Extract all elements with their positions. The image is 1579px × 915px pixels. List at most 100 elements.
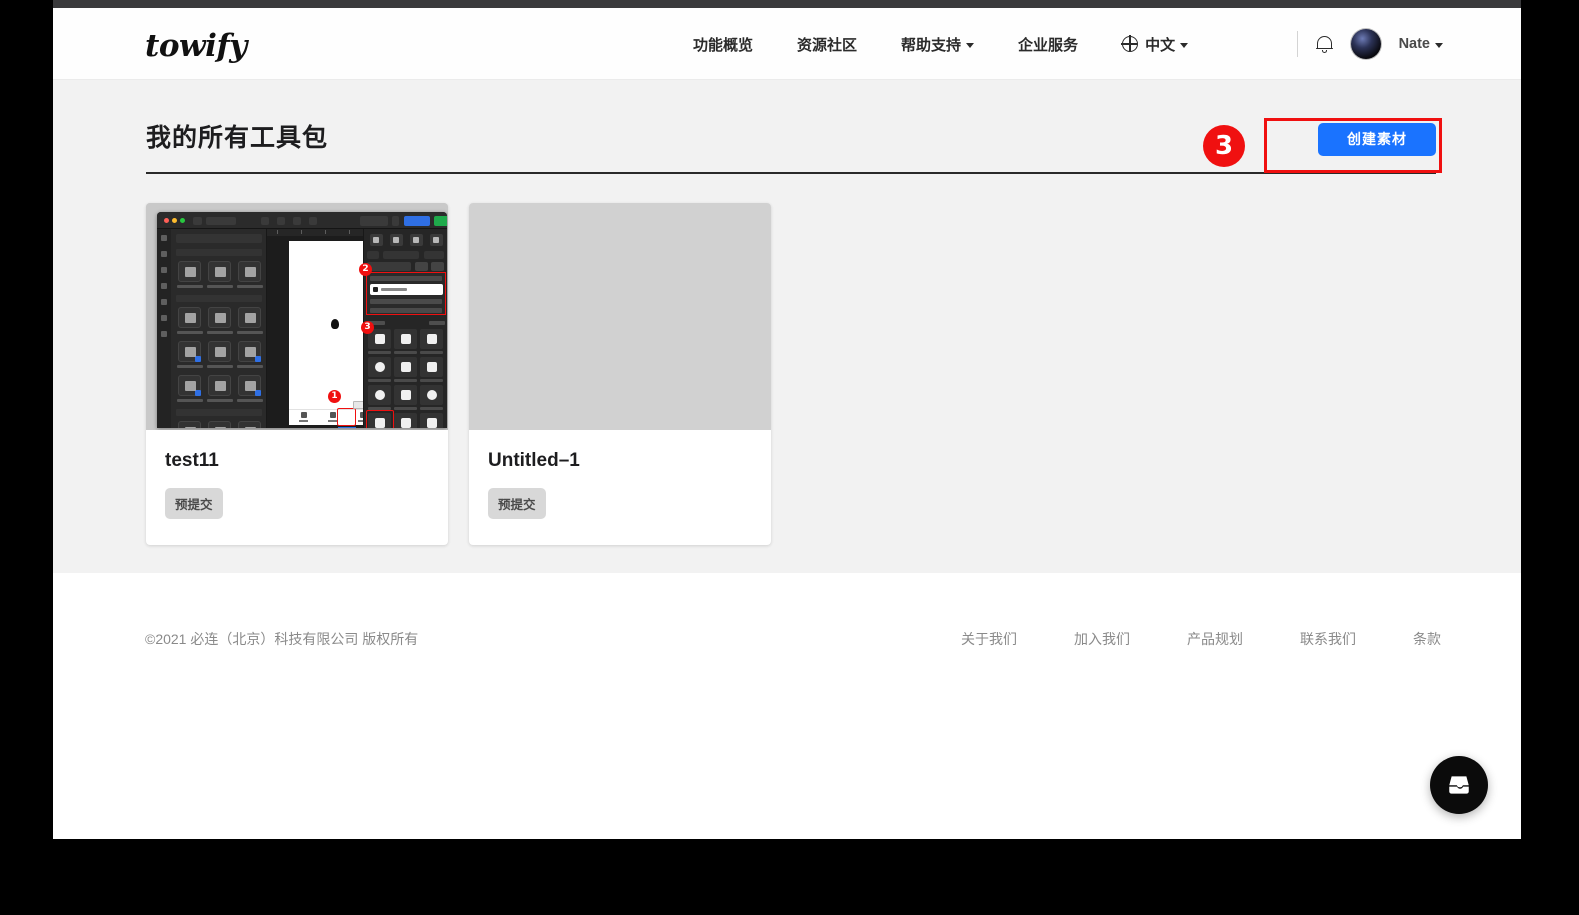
chevron-down-icon <box>1180 42 1189 48</box>
language-selector[interactable]: 中文 <box>1121 34 1189 55</box>
footer-link-terms[interactable]: 条款 <box>1413 629 1441 649</box>
icon-cell <box>420 413 443 428</box>
panel-chip <box>431 262 444 271</box>
create-material-button[interactable]: 创建素材 <box>1318 122 1436 156</box>
nav-item-enterprise[interactable]: 企业服务 <box>1018 34 1078 55</box>
icon-caption <box>368 379 391 382</box>
tile-caption <box>237 331 263 334</box>
annotation-highlight-dropdown <box>366 272 446 315</box>
panel-search-field <box>176 234 262 243</box>
component-tile <box>208 341 231 362</box>
tile-caption <box>237 365 263 368</box>
status-badge: 预提交 <box>488 488 546 519</box>
component-tile <box>178 421 201 428</box>
editor-left-rail <box>157 229 171 428</box>
editor-screenshot: 1 2 3 <box>146 203 448 430</box>
rail-icon <box>161 299 167 305</box>
main-content: 我的所有工具包 创建素材 3 1 2 3 test11 预提交 Untitled… <box>53 80 1521 573</box>
bell-clapper <box>1321 49 1327 53</box>
titlebar-chip <box>392 216 399 226</box>
bell-icon[interactable] <box>1315 35 1333 54</box>
browser-window: towify 功能概览 资源社区 帮助支持 企业服务 中文 Nate 我的所有工… <box>53 0 1521 839</box>
bell-body <box>1316 35 1332 49</box>
footer-link-contact[interactable]: 联系我们 <box>1300 629 1356 649</box>
component-tile <box>238 341 261 362</box>
avatar[interactable] <box>1350 29 1381 59</box>
chevron-down-icon <box>966 42 975 48</box>
component-tile <box>208 375 231 396</box>
icon-caption <box>420 379 443 382</box>
chevron-down-icon <box>1435 42 1443 48</box>
footer-link-roadmap[interactable]: 产品规划 <box>1187 629 1243 649</box>
header-right-group: Nate <box>1296 8 1443 80</box>
create-button-wrap: 创建素材 <box>1318 122 1436 162</box>
chat-widget-button[interactable] <box>1430 756 1488 814</box>
card-body: test11 预提交 <box>146 430 448 545</box>
footer-links: 关于我们 加入我们 产品规划 联系我们 条款 <box>961 629 1441 649</box>
editor-right-panel: 2 3 <box>359 229 447 428</box>
nav-item-support[interactable]: 帮助支持 <box>901 34 975 55</box>
footer-link-about[interactable]: 关于我们 <box>961 629 1017 649</box>
dropdown-item <box>370 276 442 281</box>
user-menu[interactable]: Nate <box>1399 36 1443 52</box>
tile-caption <box>207 365 233 368</box>
footer-link-careers[interactable]: 加入我们 <box>1074 629 1130 649</box>
tile-caption <box>207 285 233 288</box>
tile-caption <box>177 399 203 402</box>
pro-badge <box>255 390 261 396</box>
annotation-highlight-icon-cell <box>366 410 394 428</box>
ruler-tick <box>277 230 278 234</box>
component-tile <box>238 421 261 428</box>
panel-value <box>383 251 419 259</box>
icon-cell <box>394 413 417 428</box>
grid-filter <box>429 321 445 325</box>
component-tile <box>238 261 261 282</box>
card-body: Untitled–1 预提交 <box>469 430 771 545</box>
card-thumbnail-placeholder[interactable] <box>469 203 771 430</box>
nav-item-features[interactable]: 功能概览 <box>693 34 753 55</box>
right-panel-toolbar <box>366 232 446 247</box>
editor-window: 1 2 3 <box>157 212 447 428</box>
status-badge: 预提交 <box>165 488 223 519</box>
panel-value <box>424 251 444 259</box>
panel-group-header <box>176 409 262 416</box>
thumb-marker-2: 2 <box>359 263 372 276</box>
card-title: Untitled–1 <box>488 450 580 471</box>
copyright-text: ©2021 必连（北京）科技有限公司 版权所有 <box>145 631 419 647</box>
thumb-marker-1: 1 <box>328 390 341 403</box>
component-tile <box>238 307 261 328</box>
icon-grid-header <box>367 321 445 326</box>
tile-caption <box>207 331 233 334</box>
rail-icon <box>161 283 167 289</box>
close-icon <box>164 218 169 223</box>
editor-titlebar <box>157 212 447 229</box>
titlebar-tool <box>261 216 269 225</box>
icon-caption <box>368 351 391 354</box>
preview-button <box>404 216 430 226</box>
toolkit-card[interactable]: 1 2 3 test11 预提交 <box>146 203 448 545</box>
globe-icon <box>1121 35 1139 52</box>
pro-badge <box>195 356 201 362</box>
icon-caption <box>420 407 443 410</box>
component-tile <box>208 261 231 282</box>
component-tile <box>178 375 201 396</box>
editor-canvas-area: 1 <box>267 229 396 428</box>
nav-label-support: 帮助支持 <box>901 36 962 54</box>
dropdown-item <box>370 308 442 313</box>
header-divider <box>1296 31 1298 57</box>
nav-label-enterprise: 企业服务 <box>1018 36 1079 54</box>
card-thumbnail-editor[interactable]: 1 2 3 <box>146 203 448 430</box>
tile-caption <box>177 285 203 288</box>
rail-icon <box>161 235 167 241</box>
card-title: test11 <box>165 450 219 471</box>
bell-base <box>1315 47 1333 50</box>
ruler-tick <box>325 230 326 234</box>
towify-logo[interactable]: towify <box>145 28 247 64</box>
icon-caption <box>394 379 417 382</box>
tile-caption <box>177 365 203 368</box>
toolkit-card[interactable]: Untitled–1 预提交 <box>469 203 771 545</box>
nav-item-community[interactable]: 资源社区 <box>797 34 857 55</box>
editor-component-panel <box>171 229 267 428</box>
icon-caption <box>420 351 443 354</box>
icon-caption <box>394 407 417 410</box>
